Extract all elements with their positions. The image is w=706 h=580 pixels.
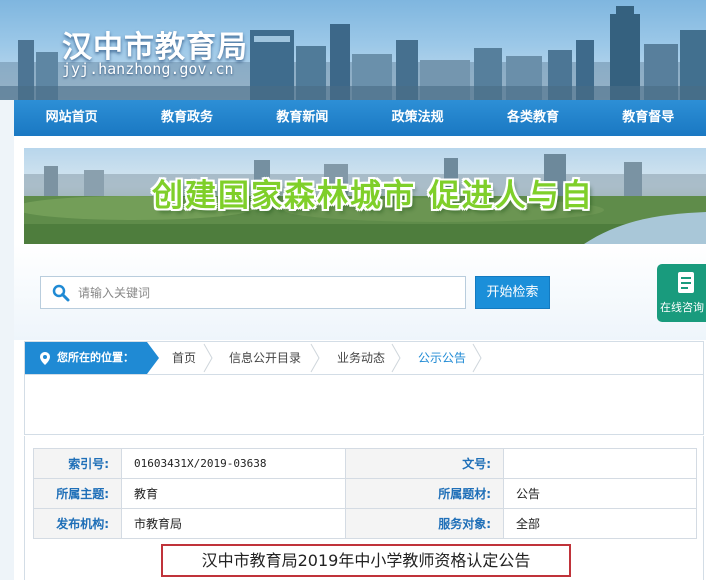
nav-item-education[interactable]: 各类教育 (475, 100, 590, 136)
main-nav: 网站首页 教育政务 教育新闻 政策法规 各类教育 教育督导 (14, 100, 706, 136)
table-row: 所属主题: 教育 所属题材: 公告 (33, 478, 697, 509)
topic-label: 所属主题: (33, 478, 122, 509)
banner-slogan: 创建国家森林城市 促进人与自 (152, 178, 594, 214)
online-consult-button[interactable]: 在线咨询 (657, 264, 706, 322)
nav-item-news[interactable]: 教育新闻 (245, 100, 360, 136)
issuer-label: 发布机构: (33, 508, 122, 539)
topic-value: 教育 (121, 478, 346, 509)
breadcrumb-item-home[interactable]: 首页 (172, 342, 196, 374)
search-button[interactable]: 开始检索 (475, 276, 550, 309)
audience-value: 全部 (503, 508, 697, 539)
table-row: 索引号: 01603431X/2019-03638 文号: (33, 448, 697, 479)
nav-item-supervision[interactable]: 教育督导 (591, 100, 706, 136)
document-icon (678, 272, 694, 293)
index-label: 索引号: (33, 448, 122, 479)
online-consult-label: 在线咨询 (660, 301, 704, 314)
document-meta-table: 索引号: 01603431X/2019-03638 文号: 所属主题: 教育 所… (33, 448, 697, 539)
genre-label: 所属题材: (345, 478, 504, 509)
blank-strip (24, 375, 704, 435)
breadcrumb-item-business[interactable]: 业务动态 (337, 342, 385, 374)
nav-item-affairs[interactable]: 教育政务 (129, 100, 244, 136)
table-row: 发布机构: 市教育局 服务对象: 全部 (33, 508, 697, 539)
breadcrumb-item-catalog[interactable]: 信息公开目录 (229, 342, 301, 374)
site-header: 汉中市教育局 jyj.hanzhong.gov.cn (0, 0, 706, 100)
nav-item-home[interactable]: 网站首页 (14, 100, 129, 136)
docno-value (503, 448, 697, 479)
chevron-right-icon (310, 343, 320, 373)
issuer-value: 市教育局 (121, 508, 346, 539)
search-icon (52, 284, 70, 302)
search-input[interactable] (78, 280, 458, 305)
audience-label: 服务对象: (345, 508, 504, 539)
chevron-right-icon (472, 343, 482, 373)
nav-item-policy[interactable]: 政策法规 (360, 100, 475, 136)
site-domain: jyj.hanzhong.gov.cn (62, 60, 234, 78)
genre-value: 公告 (503, 478, 697, 509)
index-value: 01603431X/2019-03638 (121, 448, 346, 479)
breadcrumb-item-notice[interactable]: 公示公告 (418, 342, 466, 374)
docno-label: 文号: (345, 448, 504, 479)
document-title: 汉中市教育局2019年中小学教师资格认定公告 (161, 544, 571, 577)
chevron-right-icon (203, 343, 213, 373)
chevron-right-icon (391, 343, 401, 373)
location-pin-icon (40, 352, 50, 365)
